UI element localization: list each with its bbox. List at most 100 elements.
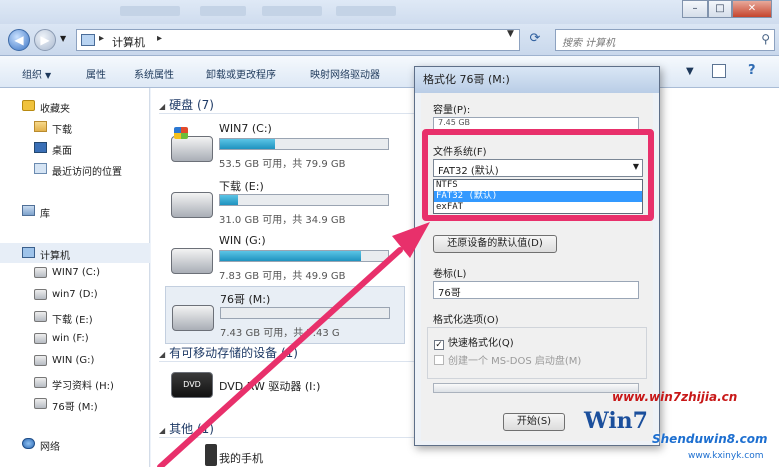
star-icon [22,100,35,111]
device-name: 我的手机 [219,452,263,465]
restore-defaults-button[interactable]: 还原设备的默认值(D) [433,235,557,253]
chevron-right-icon[interactable]: ▸ [99,33,104,44]
network-icon [22,438,35,449]
address-input[interactable]: ▸ 计算机 ▸ [76,29,520,51]
drive-name: 76哥 (M:) [220,293,271,306]
watermark-text: Shenduwin8.com [652,432,768,446]
nav-libraries[interactable]: 库 [0,201,150,221]
system-properties-button[interactable]: 系统属性 [134,66,174,81]
volume-label-input[interactable]: 76哥 [433,281,639,299]
drive-info: 7.43 GB 可用，共 7.43 G [220,328,340,339]
nav-label: 库 [40,209,50,220]
usage-bar [219,194,389,206]
dvd-drive-icon: DVD [171,372,213,398]
preview-pane-icon[interactable] [712,64,726,78]
usage-bar [219,138,389,150]
view-options-icon[interactable]: ▼ [686,66,694,77]
nav-downloads[interactable]: 下载 [0,117,150,137]
nav-drive-c[interactable]: WIN7 (C:) [0,263,150,283]
drive-tile-m[interactable]: 76哥 (M:) 7.43 GB 可用，共 7.43 G [165,286,405,344]
highlight-box [422,129,654,221]
history-dropdown-icon[interactable]: ▼ [60,34,66,43]
forward-button[interactable]: ▶ [34,29,56,51]
uninstall-button[interactable]: 卸载或更改程序 [206,66,276,81]
drive-name: WIN (G:) [219,234,266,247]
quick-format-checkbox[interactable]: ✓ 快速格式化(Q) [434,334,514,350]
organize-button[interactable]: 组织 ▼ [22,66,51,81]
drive-name: DVD RW 驱动器 (I:) [219,380,321,393]
format-dialog: 格式化 76哥 (M:) 容量(P): 7.45 GB 文件系统(F) FAT3… [414,66,660,446]
search-placeholder: 搜索 计算机 [562,38,616,49]
address-path: 计算机 [112,36,145,49]
drive-icon [34,377,47,388]
address-dropdown-icon[interactable]: ▼ [507,29,514,39]
nav-drive-h[interactable]: 学习资料 (H:) [0,373,150,393]
blurred-title-item [262,6,322,16]
minimize-button[interactable]: – [682,0,708,18]
library-icon [22,205,35,216]
watermark-text: www.kxinyk.com [688,451,764,461]
nav-label: 下载 [52,125,72,136]
drive-icon [171,192,213,218]
navigation-pane: 收藏夹 下载 桌面 最近访问的位置 库 计算机 WIN7 (C:) win7 (… [0,88,150,467]
nav-desktop[interactable]: 桌面 [0,138,150,158]
drive-tile-e[interactable]: 下载 (E:) 31.0 GB 可用，共 34.9 GB [165,174,405,232]
format-options-label: 格式化选项(O) [433,315,499,326]
volume-label-label: 卷标(L) [433,269,467,280]
blurred-title-item [200,6,246,16]
nav-drive-f[interactable]: win (F:) [0,329,150,349]
phone-icon [205,444,217,466]
back-button[interactable]: ◀ [8,29,30,51]
chevron-right-icon[interactable]: ▸ [157,33,162,44]
nav-recent[interactable]: 最近访问的位置 [0,159,150,179]
maximize-button[interactable]: □ [708,0,732,18]
dialog-title: 格式化 76哥 (M:) [415,67,659,93]
chevron-down-icon: ▼ [45,71,52,80]
drive-tile-c[interactable]: WIN7 (C:) 53.5 GB 可用，共 79.9 GB [165,118,405,176]
format-progress-bar [433,383,639,393]
nav-drive-g[interactable]: WIN (G:) [0,351,150,371]
nav-label: win7 (D:) [52,289,98,300]
collapse-icon: ◢ [159,426,166,435]
nav-drive-m[interactable]: 76哥 (M:) [0,394,150,414]
address-bar: ◀ ▶ ▼ ▸ 计算机 ▸ ▼ ⟳ 搜索 计算机 ⚲ [0,24,779,56]
drive-tile-g[interactable]: WIN (G:) 7.83 GB 可用，共 49.9 GB [165,230,405,288]
help-icon[interactable]: ? [748,63,756,78]
desktop-icon [34,142,47,153]
close-button[interactable]: ✕ [732,0,772,18]
drive-info: 7.83 GB 可用，共 49.9 GB [219,271,346,282]
computer-icon [81,34,95,46]
group-header-other[interactable]: ◢ 其他 (1) [159,420,639,438]
map-drive-button[interactable]: 映射网络驱动器 [310,66,380,81]
drive-tile-dvd[interactable]: DVD DVD RW 驱动器 (I:) [165,364,405,408]
drive-info: 53.5 GB 可用，共 79.9 GB [219,159,346,170]
watermark-logo: Win7 [584,408,648,434]
computer-icon [22,247,35,258]
nav-computer[interactable]: 计算机 [0,243,150,263]
start-button[interactable]: 开始(S) [503,413,565,431]
command-bar: 组织 ▼ 属性 系统属性 卸载或更改程序 映射网络驱动器 ▼ ? [0,56,779,88]
windows-drive-icon [171,127,213,162]
device-tile-phone[interactable]: 我的手机 [165,442,405,466]
nav-favorites[interactable]: 收藏夹 [0,96,150,116]
search-input[interactable]: 搜索 计算机 ⚲ [555,29,775,51]
collapse-icon: ◢ [159,102,166,111]
group-header-removable[interactable]: ◢ 有可移动存储的设备 (1) [159,344,639,362]
usage-bar [219,250,389,262]
search-icon: ⚲ [761,32,770,46]
drive-icon [34,398,47,409]
drive-icon [34,267,47,278]
nav-label: 网络 [40,442,60,453]
nav-label: 计算机 [40,251,70,262]
msdos-startup-checkbox[interactable]: 创建一个 MS-DOS 启动盘(M) [434,352,581,367]
format-options-group: ✓ 快速格式化(Q) 创建一个 MS-DOS 启动盘(M) [427,327,647,379]
refresh-button[interactable]: ⟳ [524,29,546,51]
drive-name: WIN7 (C:) [219,122,272,135]
nav-network[interactable]: 网络 [0,434,150,454]
properties-button[interactable]: 属性 [86,66,106,81]
nav-drive-d[interactable]: win7 (D:) [0,285,150,305]
drive-icon [172,305,214,331]
nav-drive-e[interactable]: 下载 (E:) [0,307,150,327]
group-header-hdd[interactable]: ◢ 硬盘 (7) [159,96,639,114]
drive-icon [34,289,47,300]
